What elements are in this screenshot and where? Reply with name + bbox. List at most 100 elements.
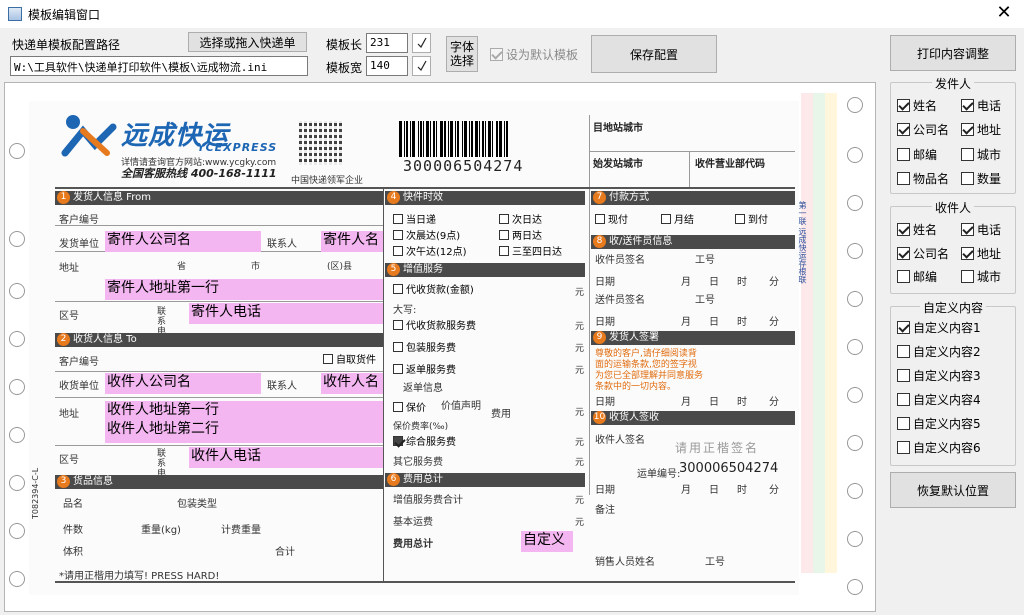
next-morning-option[interactable]: 次晨达(9点)	[393, 227, 460, 242]
template-path-input[interactable]: W:\工具软件\快递单打印软件\模板\远成物流.ini	[10, 56, 308, 76]
receiver-address-checkbox[interactable]: 地址	[961, 245, 1001, 262]
window-icon	[8, 7, 22, 21]
sender-name-field[interactable]: 寄件人名	[321, 231, 383, 252]
packaging-label: 包装类型	[177, 499, 217, 510]
waybill-no-label: 运单编号:	[637, 469, 681, 480]
cod-fee-option[interactable]: 代收货款服务费	[393, 317, 476, 332]
confirm-length-button[interactable]	[412, 33, 431, 53]
receiver-company-field[interactable]: 收件人公司名	[105, 373, 261, 394]
custom-content-field[interactable]: 自定义	[521, 531, 573, 552]
minute-label: 分	[769, 397, 779, 408]
custom-content-4-checkbox[interactable]: 自定义内容4	[897, 391, 981, 408]
template-length-input[interactable]: 231	[366, 33, 408, 53]
insure-option[interactable]: 保价	[393, 399, 426, 414]
sender-name-checkbox[interactable]: 姓名	[897, 97, 937, 114]
receiver-phone-checkbox[interactable]: 电话	[961, 221, 1001, 238]
yuan-unit: 元	[575, 438, 585, 448]
date-label: 日期	[595, 397, 615, 408]
section-timeliness-header: 4 快件时效	[385, 191, 585, 205]
close-button[interactable]: ✕	[994, 3, 1014, 23]
other-fee-label: 其它服务费	[393, 457, 443, 468]
custom-content-3-checkbox[interactable]: 自定义内容3	[897, 367, 981, 384]
sender-company-field[interactable]: 寄件人公司名	[105, 231, 261, 252]
check-icon	[417, 60, 427, 71]
sender-address-field[interactable]: 寄件人地址第一行	[105, 279, 383, 300]
cash-option[interactable]: 现付	[595, 211, 628, 226]
confirm-width-button[interactable]	[412, 56, 431, 76]
day-label: 日	[709, 485, 719, 496]
receiver-name-field[interactable]: 收件人名	[321, 373, 383, 394]
window-title: 模板编辑窗口	[28, 7, 101, 22]
punch-hole	[847, 579, 863, 595]
recv-sign-label: 收件员签名	[595, 255, 645, 266]
sender-city-checkbox[interactable]: 城市	[961, 146, 1001, 163]
custom-content-2-checkbox[interactable]: 自定义内容2	[897, 343, 981, 360]
two-day-option[interactable]: 两日达	[499, 227, 542, 242]
print-adjust-button[interactable]: 打印内容调整	[890, 35, 1016, 71]
pieces-label: 件数	[63, 525, 83, 536]
choose-template-button[interactable]: 选择或拖入快递单	[188, 32, 307, 52]
reset-position-button[interactable]: 恢复默认位置	[890, 472, 1016, 508]
sender-address-checkbox[interactable]: 地址	[961, 121, 1001, 138]
qr-code	[299, 121, 343, 165]
receiver-city-checkbox[interactable]: 城市	[961, 268, 1001, 285]
punch-hole	[9, 427, 25, 443]
receiver-company-checkbox[interactable]: 公司名	[897, 245, 949, 262]
receiver-address-field[interactable]: 收件人地址第一行 收件人地址第二行	[105, 401, 383, 443]
next-day-option[interactable]: 次日达	[499, 211, 542, 226]
cod-pay-option[interactable]: 到付	[735, 211, 768, 226]
sender-postcode-checkbox[interactable]: 邮编	[897, 146, 937, 163]
day-label: 日	[709, 277, 719, 288]
receiver-name-checkbox[interactable]: 姓名	[897, 221, 937, 238]
font-select-button[interactable]: 字体 选择	[446, 36, 478, 72]
section-goods-header: 3 货品信息	[55, 475, 383, 489]
return-fee-option[interactable]: 返单服务费	[393, 361, 456, 376]
pack-fee-option[interactable]: 包装服务费	[393, 339, 456, 354]
template-width-input[interactable]: 140	[366, 56, 408, 76]
origin-city-label: 始发站城市	[593, 159, 643, 170]
punch-hole	[847, 243, 863, 259]
emp-no-label: 工号	[695, 295, 715, 306]
monthly-option[interactable]: 月结	[661, 211, 694, 226]
rate-label: 保价费率(‰)	[393, 422, 449, 432]
hour-label: 时	[737, 317, 747, 328]
section-payment-header: 7 付款方式	[591, 191, 795, 205]
contact-label: 联系人	[267, 239, 297, 250]
volume-label: 体积	[63, 547, 83, 558]
receiver-group-title: 收件人	[891, 199, 1015, 216]
recv-unit-label: 收货单位	[59, 381, 99, 392]
sender-company-checkbox[interactable]: 公司名	[897, 121, 949, 138]
template-length-label: 模板长	[326, 38, 363, 52]
receiver-phone-field[interactable]: 收件人电话	[189, 447, 383, 468]
basic-fee-label: 基本运费	[393, 517, 433, 528]
next-noon-option[interactable]: 次午达(12点)	[393, 243, 467, 258]
sender-item-name-checkbox[interactable]: 物品名	[897, 170, 949, 187]
same-day-option[interactable]: 当日递	[393, 211, 436, 226]
emp-no-label: 工号	[705, 557, 725, 568]
custom-content-1-checkbox[interactable]: 自定义内容1	[897, 319, 981, 336]
sender-quantity-checkbox[interactable]: 数量	[961, 170, 1001, 187]
punch-hole	[847, 531, 863, 547]
month-label: 月	[681, 397, 691, 408]
receiver-postcode-checkbox[interactable]: 邮编	[897, 268, 937, 285]
save-config-button[interactable]: 保存配置	[591, 35, 717, 73]
address-label: 地址	[59, 409, 79, 420]
cod-option[interactable]: 代收货款(金额)	[393, 281, 474, 296]
sender-phone-field[interactable]: 寄件人电话	[189, 303, 383, 324]
set-default-checkbox[interactable]: 设为默认模板	[490, 46, 578, 63]
copy-strip	[825, 93, 837, 573]
custom-content-6-checkbox[interactable]: 自定义内容6	[897, 439, 981, 456]
form-code-text: T082394-C-L	[31, 467, 40, 519]
minute-label: 分	[769, 277, 779, 288]
punch-hole	[847, 291, 863, 307]
self-pickup-checkbox[interactable]: 自取货件	[323, 351, 376, 366]
sender-phone-checkbox[interactable]: 电话	[961, 97, 1001, 114]
three-four-day-option[interactable]: 三至四日达	[499, 243, 562, 258]
comp-fee-option[interactable]: 综合服务费	[393, 433, 456, 448]
template-preview[interactable]: 远成快运 YCEXPRESS 详情请查询官方网站:www.ycgky.com 全…	[4, 82, 876, 612]
checkbox-box	[490, 48, 503, 61]
hour-label: 时	[737, 485, 747, 496]
weight-label: 重量(kg)	[141, 525, 181, 536]
custom-content-5-checkbox[interactable]: 自定义内容5	[897, 415, 981, 432]
tracking-number: 300006504274	[403, 157, 524, 175]
